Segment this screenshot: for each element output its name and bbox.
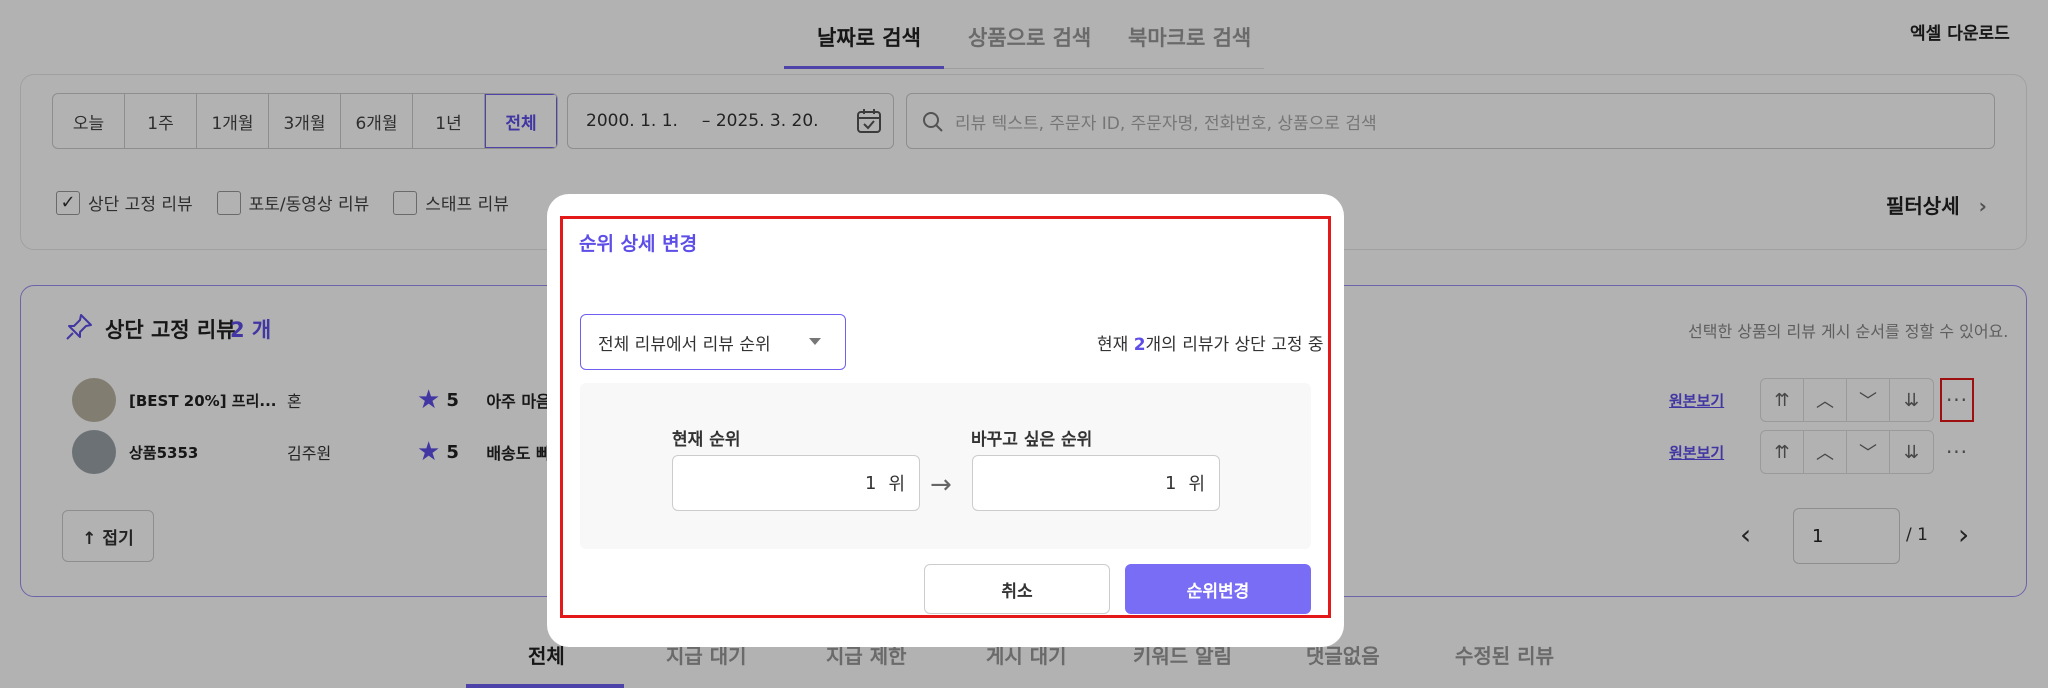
status-count: 2 bbox=[1133, 335, 1146, 355]
target-rank-value: 1 bbox=[1164, 472, 1177, 494]
caret-down-icon bbox=[809, 338, 821, 345]
cancel-button[interactable]: 취소 bbox=[924, 564, 1110, 614]
modal-title: 순위 상세 변경 bbox=[579, 233, 698, 255]
dropdown-value: 전체 리뷰에서 리뷰 순위 bbox=[598, 334, 771, 355]
arrow-right-icon: → bbox=[930, 470, 952, 500]
target-rank-label: 바꾸고 싶은 순위 bbox=[971, 430, 1093, 450]
current-rank-label: 현재 순위 bbox=[672, 430, 741, 450]
target-rank-input[interactable]: 1 위 bbox=[972, 455, 1220, 511]
status-prefix: 현재 bbox=[1097, 335, 1134, 355]
status-suffix: 개의 리뷰가 상단 고정 중 bbox=[1145, 335, 1324, 355]
rank-unit: 위 bbox=[888, 474, 905, 495]
rank-unit: 위 bbox=[1188, 474, 1205, 495]
change-rank-button[interactable]: 순위변경 bbox=[1125, 564, 1311, 614]
current-rank-value: 1 bbox=[864, 472, 877, 494]
rank-scope-dropdown[interactable]: 전체 리뷰에서 리뷰 순위 bbox=[580, 314, 846, 370]
current-rank-field: 1 위 bbox=[672, 455, 920, 511]
pinned-status: 현재 2개의 리뷰가 상단 고정 중 bbox=[1097, 330, 1324, 355]
